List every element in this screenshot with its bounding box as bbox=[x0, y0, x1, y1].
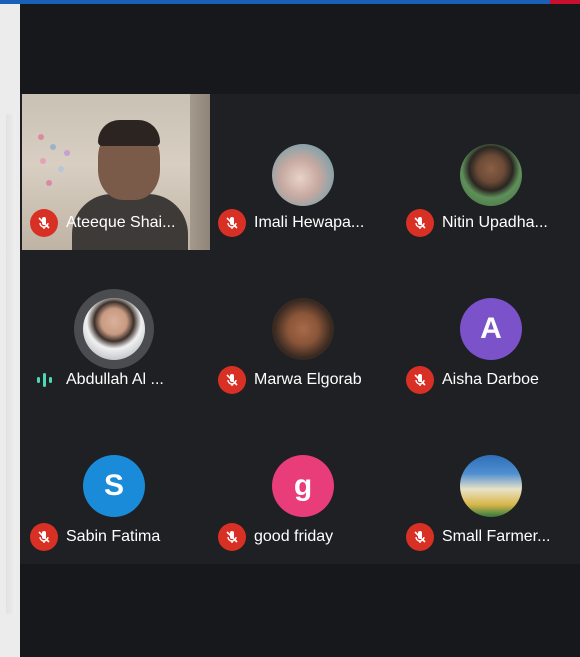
participant-name: Ateeque Shai... bbox=[66, 214, 176, 231]
participant-tile[interactable]: Imali Hewapa... bbox=[210, 94, 398, 250]
participant-name: Nitin Upadha... bbox=[442, 214, 548, 231]
initial-avatar: A bbox=[460, 298, 522, 360]
meeting-window: Ateeque Shai... Imali Hewapa... Nitin Up… bbox=[20, 4, 580, 657]
participant-tile[interactable]: S Sabin Fatima bbox=[22, 408, 210, 564]
participant-name: Aisha Darboe bbox=[442, 371, 539, 388]
participant-name: Sabin Fatima bbox=[66, 528, 161, 545]
participant-name: Imali Hewapa... bbox=[254, 214, 365, 231]
profile-photo bbox=[460, 144, 522, 206]
participant-label: Small Farmer... bbox=[406, 522, 550, 552]
mic-off-icon bbox=[406, 366, 434, 394]
mic-off-icon bbox=[30, 209, 58, 237]
participant-label: Aisha Darboe bbox=[406, 365, 539, 395]
profile-photo bbox=[272, 298, 334, 360]
participant-label: Marwa Elgorab bbox=[218, 365, 362, 395]
participant-tile[interactable]: g good friday bbox=[210, 408, 398, 564]
profile-photo bbox=[272, 144, 334, 206]
speaking-icon bbox=[30, 366, 58, 394]
mic-off-icon bbox=[218, 523, 246, 551]
participant-label: Imali Hewapa... bbox=[218, 208, 364, 238]
door-frame bbox=[190, 94, 210, 250]
wall-decoration bbox=[34, 130, 89, 200]
participant-label: Ateeque Shai... bbox=[30, 208, 175, 238]
left-shade bbox=[6, 114, 16, 614]
participant-tile[interactable]: Nitin Upadha... bbox=[398, 94, 580, 250]
participant-label: good friday bbox=[218, 522, 333, 552]
mic-off-icon bbox=[218, 209, 246, 237]
participant-name: Marwa Elgorab bbox=[254, 371, 362, 388]
participant-name: Small Farmer... bbox=[442, 528, 551, 545]
profile-photo bbox=[83, 298, 145, 360]
participant-label: Nitin Upadha... bbox=[406, 208, 548, 238]
mic-off-icon bbox=[406, 523, 434, 551]
mic-off-icon bbox=[406, 209, 434, 237]
participant-tile[interactable]: Ateeque Shai... bbox=[22, 94, 210, 250]
participant-name: Abdullah Al ... bbox=[66, 371, 164, 388]
initial-avatar: g bbox=[272, 455, 334, 517]
participant-name: good friday bbox=[254, 528, 334, 545]
participant-tile[interactable]: A Aisha Darboe bbox=[398, 251, 580, 407]
mic-off-icon bbox=[30, 523, 58, 551]
participant-tile[interactable]: Small Farmer... bbox=[398, 408, 580, 564]
left-background bbox=[0, 4, 20, 657]
initial-avatar: S bbox=[83, 455, 145, 517]
organization-logo bbox=[460, 455, 522, 517]
participant-label: Abdullah Al ... bbox=[30, 365, 164, 395]
participant-label: Sabin Fatima bbox=[30, 522, 160, 552]
mic-off-icon bbox=[218, 366, 246, 394]
participant-tile[interactable]: Marwa Elgorab bbox=[210, 251, 398, 407]
participant-hair bbox=[98, 120, 160, 146]
participant-grid: Ateeque Shai... Imali Hewapa... Nitin Up… bbox=[20, 94, 580, 564]
participant-tile[interactable]: Abdullah Al ... bbox=[22, 251, 210, 407]
